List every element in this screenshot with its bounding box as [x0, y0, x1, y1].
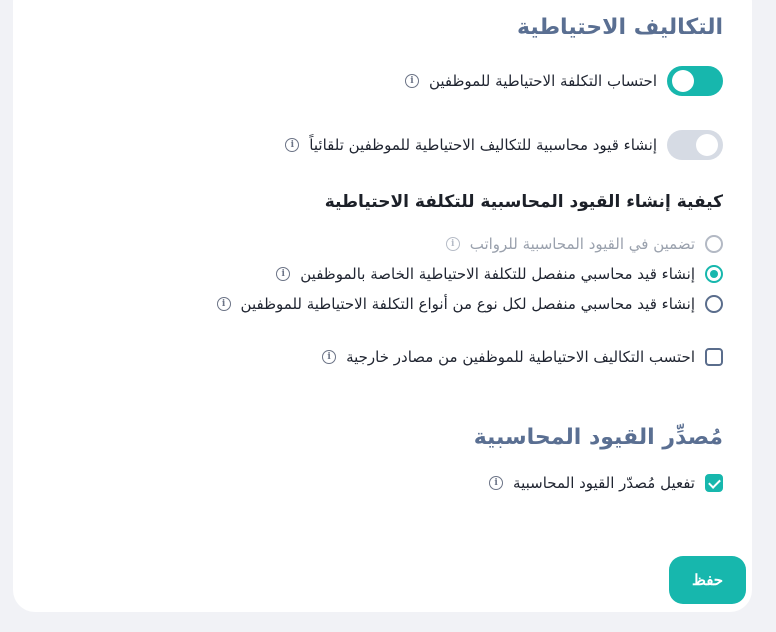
calc-reserve-label: احتساب التكلفة الاحتياطية للموظفين [428, 72, 657, 90]
calc-reserve-toggle[interactable] [667, 66, 723, 96]
checkbox-row-external-sources: احتسب التكاليف الاحتياطية للموظفين من مص… [322, 348, 723, 366]
toggle-knob [672, 70, 694, 92]
section-title-entries-source: مُصدِّر القيود المحاسبية [473, 425, 723, 450]
section-title-entries-method: كيفية إنشاء القيود المحاسبية للتكلفة الا… [324, 192, 723, 212]
radio-row-include-payroll: تضمين في القيود المحاسبية للرواتب i [445, 235, 723, 253]
info-icon[interactable]: i [489, 476, 504, 490]
external-sources-label: احتسب التكاليف الاحتياطية للموظفين من مص… [346, 348, 695, 366]
info-icon[interactable]: i [276, 267, 291, 281]
include-payroll-radio[interactable] [705, 235, 723, 253]
enable-source-label: تفعيل مُصدّر القيود المحاسبية [513, 474, 695, 492]
per-type-entry-label: إنشاء قيد محاسبي منفصل لكل نوع من أنواع … [240, 295, 695, 313]
radio-row-separate-entry: إنشاء قيد محاسبي منفصل للتكلفة الاحتياطي… [276, 265, 723, 283]
toggle-knob [696, 134, 718, 156]
info-icon: i [445, 237, 460, 251]
include-payroll-label: تضمين في القيود المحاسبية للرواتب [469, 235, 695, 253]
radio-row-per-type-entry: إنشاء قيد محاسبي منفصل لكل نوع من أنواع … [216, 295, 723, 313]
save-button[interactable]: حفظ [669, 556, 746, 604]
auto-entries-toggle[interactable] [667, 130, 723, 160]
toggle-row-calc-reserve: احتساب التكلفة الاحتياطية للموظفين i [404, 66, 723, 96]
info-icon[interactable]: i [285, 138, 300, 152]
external-sources-checkbox[interactable] [705, 348, 723, 366]
info-icon[interactable]: i [404, 74, 419, 88]
info-icon[interactable]: i [322, 350, 337, 364]
toggle-row-auto-entries: إنشاء قيود محاسبية للتكاليف الاحتياطية ل… [285, 130, 723, 160]
checkbox-row-enable-source: تفعيل مُصدّر القيود المحاسبية i [489, 474, 723, 492]
separate-entry-label: إنشاء قيد محاسبي منفصل للتكلفة الاحتياطي… [300, 265, 695, 283]
per-type-entry-radio[interactable] [705, 295, 723, 313]
section-title-reserve-costs: التكاليف الاحتياطية [517, 15, 723, 40]
info-icon[interactable]: i [216, 297, 231, 311]
enable-source-checkbox[interactable] [705, 474, 723, 492]
auto-entries-label: إنشاء قيود محاسبية للتكاليف الاحتياطية ل… [309, 136, 657, 154]
separate-entry-radio[interactable] [705, 265, 723, 283]
